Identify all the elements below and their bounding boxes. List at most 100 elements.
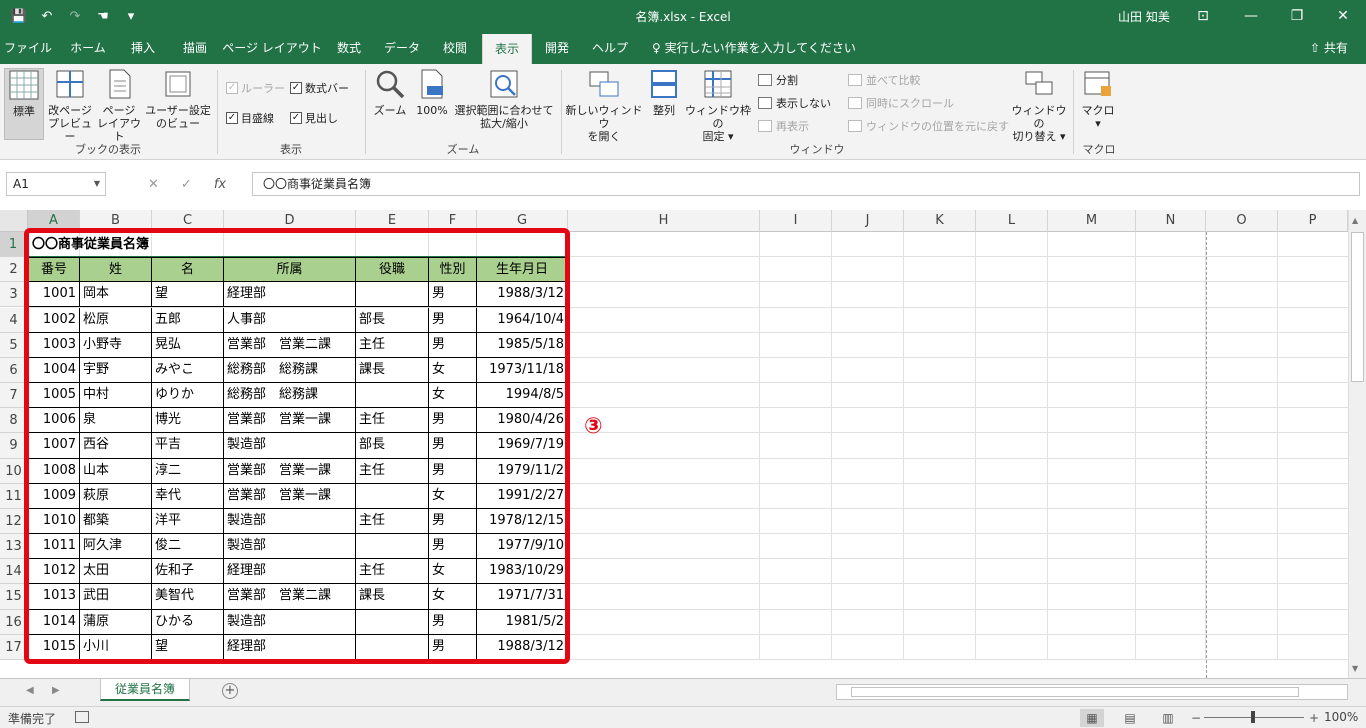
formula-bar-checkbox[interactable]: ✓ 数式バー bbox=[290, 80, 349, 96]
custom-views-button[interactable]: ユーザー設定 のビュー bbox=[144, 68, 212, 130]
column-header-h[interactable]: H bbox=[568, 210, 760, 232]
zoom-level[interactable]: 100% bbox=[1324, 710, 1358, 724]
tab-data[interactable]: データ bbox=[376, 32, 428, 64]
normal-view-status-icon[interactable]: ▦ bbox=[1080, 709, 1104, 727]
user-name[interactable]: 山田 知美 bbox=[1118, 8, 1170, 25]
enter-icon[interactable]: ✓ bbox=[181, 177, 192, 192]
horizontal-scrollbar[interactable] bbox=[836, 684, 1348, 700]
vertical-scroll-thumb[interactable] bbox=[1351, 232, 1364, 382]
status-bar: 準備完了 ▦ ▤ ▥ − + 100% bbox=[0, 706, 1366, 728]
page-break-status-icon[interactable]: ▥ bbox=[1156, 709, 1180, 727]
column-header-n[interactable]: N bbox=[1136, 210, 1206, 232]
scroll-down-icon[interactable]: ▼ bbox=[1352, 664, 1358, 673]
gridlines-checkbox[interactable]: ✓ 目盛線 bbox=[226, 110, 274, 126]
grid-column-line bbox=[1277, 232, 1278, 660]
zoom-out-icon[interactable]: − bbox=[1184, 709, 1208, 727]
zoom-to-selection-button[interactable]: 選択範囲に合わせて 拡大/縮小 bbox=[454, 68, 554, 130]
tab-review[interactable]: 校閲 bbox=[430, 32, 480, 64]
freeze-panes-button[interactable]: ウィンドウ枠の 固定 ▾ bbox=[684, 68, 752, 143]
new-window-button[interactable]: 新しいウィンドウ を開く bbox=[564, 68, 644, 143]
worksheet-grid[interactable]: ABCDEFGHIJKLMNOP 1 2 3 4 5 6 7 8 9 10 11 12 13 14 15 16… bbox=[0, 210, 1366, 678]
sheet-tab-employees[interactable]: 従業員名簿 bbox=[100, 679, 190, 701]
zoom-slider-knob[interactable] bbox=[1251, 711, 1255, 723]
touch-mode-icon[interactable]: ☚ bbox=[92, 6, 114, 26]
ribbon-display-options-icon[interactable]: ⊡ bbox=[1180, 0, 1226, 32]
zoom-in-icon[interactable]: + bbox=[1302, 709, 1326, 727]
normal-view-icon bbox=[9, 70, 39, 100]
sheet-tab-bar: ◀ ▶ 従業員名簿 + bbox=[0, 678, 1366, 706]
column-header-l[interactable]: L bbox=[976, 210, 1048, 232]
scroll-up-icon[interactable]: ▲ bbox=[1352, 216, 1358, 225]
column-header-o[interactable]: O bbox=[1206, 210, 1278, 232]
hide-window-button[interactable]: 表示しない bbox=[758, 95, 831, 111]
select-all-corner[interactable] bbox=[0, 210, 28, 232]
title-bar: 💾 ↶ ↷ ☚ ▾ 名簿.xlsx - Excel 山田 知美 ⊡ — ❐ ✕ bbox=[0, 0, 1366, 32]
formula-buttons: ✕ ✓ fx bbox=[140, 172, 248, 196]
next-sheet-icon[interactable]: ▶ bbox=[52, 685, 60, 696]
redo-icon[interactable]: ↷ bbox=[64, 6, 86, 26]
quick-access-toolbar: 💾 ↶ ↷ ☚ ▾ bbox=[8, 6, 142, 26]
formula-input[interactable]: 〇〇商事従業員名簿 bbox=[252, 172, 1360, 196]
view-side-by-side-button[interactable]: 並べて比較 bbox=[848, 72, 921, 88]
chevron-down-icon[interactable]: ▼ bbox=[94, 173, 100, 195]
unhide-window-label: 再表示 bbox=[776, 120, 809, 133]
tab-file[interactable]: ファイル bbox=[0, 32, 56, 64]
tab-insert[interactable]: 挿入 bbox=[118, 32, 168, 64]
tab-formulas[interactable]: 数式 bbox=[324, 32, 374, 64]
highlight-box bbox=[24, 228, 570, 664]
normal-view-button[interactable]: 標準 bbox=[4, 68, 44, 140]
customize-qat-icon[interactable]: ▾ bbox=[120, 6, 142, 26]
restore-button[interactable]: ❐ bbox=[1274, 0, 1320, 32]
tab-view[interactable]: 表示 bbox=[482, 34, 532, 64]
unhide-window-button[interactable]: 再表示 bbox=[758, 118, 809, 134]
zoom-slider[interactable] bbox=[1204, 711, 1304, 723]
macros-button[interactable]: マクロ ▾ bbox=[1078, 68, 1118, 130]
split-button[interactable]: 分割 bbox=[758, 72, 798, 88]
insert-function-icon[interactable]: fx bbox=[214, 177, 226, 192]
page-layout-status-icon[interactable]: ▤ bbox=[1118, 709, 1142, 727]
tab-draw[interactable]: 描画 bbox=[170, 32, 220, 64]
undo-icon[interactable]: ↶ bbox=[36, 6, 58, 26]
minimize-button[interactable]: — bbox=[1228, 0, 1274, 32]
tell-me-search[interactable]: ♀ 実行したい作業を入力してください bbox=[652, 32, 856, 64]
macro-record-icon[interactable] bbox=[75, 711, 89, 723]
tab-page-layout[interactable]: ページ レイアウト bbox=[222, 32, 322, 64]
ruler-check-icon: ✓ bbox=[226, 82, 238, 94]
macros-label-1: マクロ bbox=[1081, 104, 1115, 117]
prev-sheet-icon[interactable]: ◀ bbox=[26, 685, 34, 696]
ruler-checkbox[interactable]: ✓ ルーラー bbox=[226, 80, 285, 96]
page-layout-view-button[interactable]: ページ レイアウト bbox=[96, 68, 142, 143]
tab-home[interactable]: ホーム bbox=[60, 32, 116, 64]
zoom-100-button[interactable]: 100% bbox=[412, 68, 452, 117]
close-button[interactable]: ✕ bbox=[1320, 0, 1366, 32]
tab-help[interactable]: ヘルプ bbox=[582, 32, 638, 64]
name-box[interactable]: A1 ▼ bbox=[6, 172, 106, 196]
hide-window-label: 表示しない bbox=[776, 97, 831, 110]
new-sheet-icon[interactable]: + bbox=[222, 683, 238, 699]
cancel-icon[interactable]: ✕ bbox=[148, 177, 159, 192]
sync-scroll-label: 同時にスクロール bbox=[866, 97, 954, 110]
horizontal-scroll-thumb[interactable] bbox=[851, 687, 1299, 697]
column-header-p[interactable]: P bbox=[1278, 210, 1348, 232]
vertical-scrollbar[interactable]: ▲ ▼ bbox=[1348, 210, 1366, 678]
zoom-label: ズーム bbox=[373, 104, 407, 117]
group-label-workbook-views: ブックの表示 bbox=[75, 143, 141, 156]
reset-window-position-button[interactable]: ウィンドウの位置を元に戻す bbox=[848, 118, 1009, 134]
zoom-button[interactable]: ズーム bbox=[370, 68, 410, 117]
split-icon bbox=[758, 74, 772, 86]
headings-checkbox[interactable]: ✓ 見出し bbox=[290, 110, 338, 126]
page-layout-label-2: レイアウト bbox=[97, 117, 141, 143]
switch-windows-button[interactable]: ウィンドウの 切り替え ▾ bbox=[1008, 68, 1070, 143]
switch-windows-icon bbox=[1025, 71, 1053, 95]
share-button[interactable]: ⇧ 共有 bbox=[1310, 32, 1348, 64]
arrange-all-button[interactable]: 整列 bbox=[646, 68, 682, 117]
tab-developer[interactable]: 開発 bbox=[534, 32, 580, 64]
column-header-i[interactable]: I bbox=[760, 210, 832, 232]
custom-views-label-2: のビュー bbox=[156, 117, 200, 130]
column-header-m[interactable]: M bbox=[1048, 210, 1136, 232]
column-header-k[interactable]: K bbox=[904, 210, 976, 232]
column-header-j[interactable]: J bbox=[832, 210, 904, 232]
sync-scroll-button[interactable]: 同時にスクロール bbox=[848, 95, 954, 111]
save-icon[interactable]: 💾 bbox=[8, 6, 30, 26]
page-break-preview-button[interactable]: 改ページ プレビュー bbox=[46, 68, 94, 143]
